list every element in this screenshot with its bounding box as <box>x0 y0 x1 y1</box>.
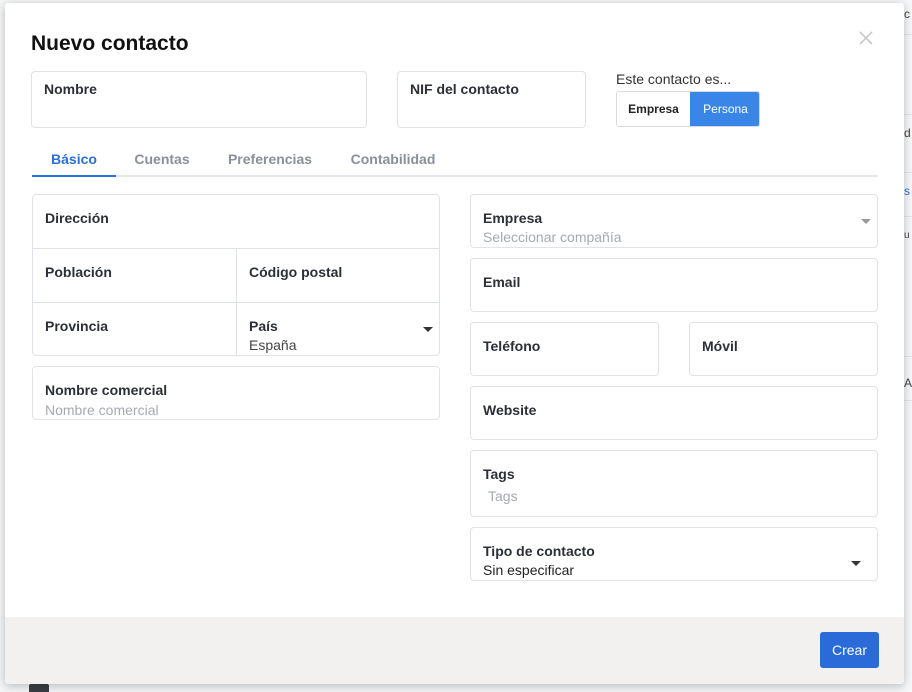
tab-basico[interactable]: Básico <box>32 141 116 177</box>
chevron-down-icon <box>851 561 861 566</box>
movil-label: Móvil <box>702 338 738 354</box>
website-field[interactable]: Website <box>470 386 878 440</box>
background-right-strip: c d s u A <box>904 0 912 692</box>
direccion-label: Dirección <box>45 210 109 226</box>
contact-type-label: Este contacto es... <box>616 71 732 87</box>
pais-value: España <box>249 337 297 353</box>
empresa-select[interactable]: Empresa Seleccionar compañía <box>470 194 878 248</box>
telefono-label: Teléfono <box>483 338 541 354</box>
nif-label: NIF del contacto <box>410 81 519 97</box>
tags-label: Tags <box>483 466 515 482</box>
movil-field[interactable]: Móvil <box>689 322 878 376</box>
poblacion-label: Población <box>45 264 112 280</box>
tab-preferencias[interactable]: Preferencias <box>218 141 322 177</box>
close-icon <box>859 31 873 45</box>
provincia-label: Provincia <box>45 318 109 334</box>
nombre-label: Nombre <box>44 81 97 97</box>
tab-bar: Básico Cuentas Preferencias Contabilidad <box>32 141 878 177</box>
modal-footer <box>5 617 904 684</box>
create-button[interactable]: Crear <box>820 632 879 668</box>
tags-placeholder: Tags <box>488 488 518 504</box>
email-field[interactable]: Email <box>470 258 878 312</box>
close-button[interactable] <box>855 27 877 49</box>
tipo-contacto-select[interactable]: Tipo de contacto Sin especificar <box>470 527 878 581</box>
empresa-label: Empresa <box>483 210 543 226</box>
contact-type-toggle: Empresa Persona <box>616 91 760 127</box>
toggle-option-persona[interactable]: Persona <box>690 92 759 126</box>
direccion-field[interactable]: Dirección <box>33 195 439 249</box>
modal-title: Nuevo contacto <box>31 32 189 55</box>
address-group: Dirección Población Código postal Provin… <box>32 194 440 356</box>
pais-select[interactable]: País España <box>237 303 439 355</box>
codigo-postal-field[interactable]: Código postal <box>237 249 439 303</box>
tab-cuentas[interactable]: Cuentas <box>122 141 202 177</box>
tags-field[interactable]: Tags Tags <box>470 450 878 517</box>
toggle-option-empresa[interactable]: Empresa <box>617 92 690 126</box>
pais-label: País <box>249 318 278 334</box>
nombre-comercial-label: Nombre comercial <box>45 382 168 398</box>
nif-field[interactable]: NIF del contacto <box>397 71 586 128</box>
active-tab-indicator <box>32 175 116 177</box>
codigo-postal-label: Código postal <box>249 264 343 280</box>
nombre-comercial-field[interactable]: Nombre comercial Nombre comercial <box>32 366 440 420</box>
poblacion-field[interactable]: Población <box>33 249 237 303</box>
nombre-comercial-placeholder: Nombre comercial <box>45 402 159 418</box>
background-app-icon <box>29 684 49 692</box>
website-label: Website <box>483 402 537 418</box>
nombre-field[interactable]: Nombre <box>31 71 367 128</box>
empresa-placeholder: Seleccionar compañía <box>483 229 622 245</box>
tab-contabilidad[interactable]: Contabilidad <box>340 141 446 177</box>
telefono-field[interactable]: Teléfono <box>470 322 659 376</box>
new-contact-modal: Nuevo contacto Nombre NIF del contacto E… <box>5 3 904 684</box>
provincia-field[interactable]: Provincia <box>33 303 237 355</box>
chevron-down-icon <box>423 327 433 332</box>
tipo-contacto-value: Sin especificar <box>483 562 575 578</box>
tipo-contacto-label: Tipo de contacto <box>483 543 595 559</box>
chevron-down-icon <box>861 219 871 224</box>
email-label: Email <box>483 274 521 290</box>
